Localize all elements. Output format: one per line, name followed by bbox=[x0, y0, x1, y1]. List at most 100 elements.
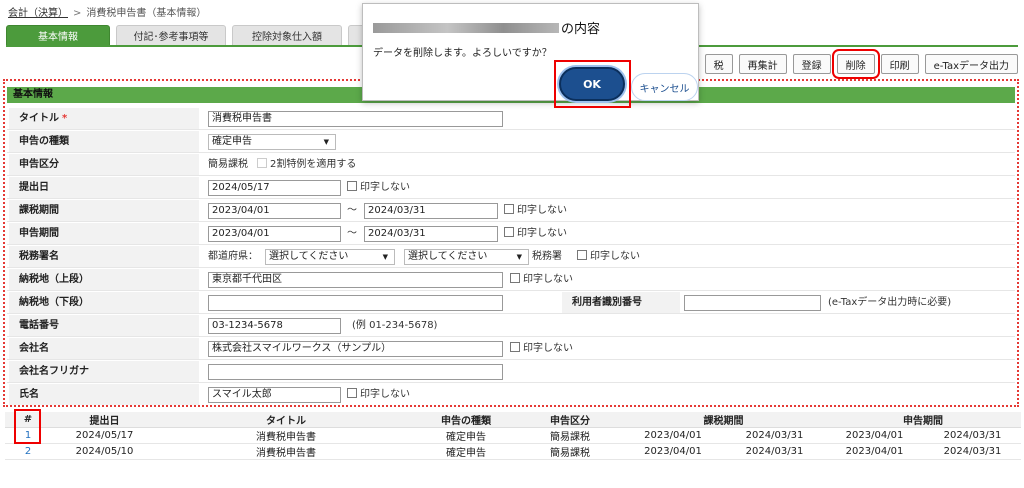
breadcrumb-link-accounting[interactable]: 会計（決算） bbox=[8, 8, 68, 19]
etax-export-button[interactable]: e-Taxデータ出力 bbox=[924, 54, 1018, 74]
table-row[interactable]: 1 2024/05/17 消費税申告書 確定申告 簡易課税 2023/04/01… bbox=[5, 427, 1021, 444]
company-kana-label: 会社名フリガナ bbox=[9, 361, 199, 382]
row-filing-period: 申告期間 2023/04/01 ～ 2024/03/31 印字しない bbox=[7, 223, 1015, 245]
filing-kind-select[interactable]: 確定申告 ▼ bbox=[208, 134, 336, 150]
toolbar: 税 再集計 登録 削除 印刷 e-Taxデータ出力 bbox=[704, 49, 1018, 79]
col-header-filing-period[interactable]: 申告期間 bbox=[825, 412, 1021, 428]
tax-office-select[interactable]: 選択してください ▼ bbox=[404, 249, 529, 265]
cell-kind: 確定申告 bbox=[414, 427, 518, 444]
chevron-down-icon: ▼ bbox=[516, 253, 522, 261]
tax-button[interactable]: 税 bbox=[704, 54, 733, 74]
cell-filed-date: 2024/05/17 bbox=[51, 427, 158, 444]
tab-notes[interactable]: 付記･参考事項等 bbox=[116, 25, 226, 46]
cell-filing-period-from: 2023/04/01 bbox=[825, 427, 924, 444]
address-upper-noprint-checkbox[interactable] bbox=[510, 273, 520, 283]
address-upper-noprint: 印字しない bbox=[510, 269, 573, 290]
cancel-button[interactable]: キャンセル bbox=[631, 73, 698, 101]
tax-office-suffix: 税務署 bbox=[532, 251, 562, 262]
tax-period-to-input[interactable]: 2024/03/31 bbox=[364, 203, 498, 219]
name-noprint-checkbox[interactable] bbox=[347, 388, 357, 398]
filing-class-value: 簡易課税 bbox=[208, 159, 248, 170]
cell-filing-period-from: 2023/04/01 bbox=[825, 443, 924, 460]
tax-office-label: 税務署名 bbox=[9, 246, 199, 267]
user-id-input[interactable] bbox=[684, 295, 821, 311]
cell-kind: 確定申告 bbox=[414, 443, 518, 460]
register-button[interactable]: 登録 bbox=[792, 54, 831, 74]
filing-period-from-input[interactable]: 2023/04/01 bbox=[208, 226, 341, 242]
user-id-note: (e-Taxデータ出力時に必要) bbox=[828, 297, 952, 308]
table-row[interactable]: 2 2024/05/10 消費税申告書 確定申告 簡易課税 2023/04/01… bbox=[5, 443, 1021, 460]
name-noprint: 印字しない bbox=[347, 384, 410, 405]
delete-button[interactable]: 削除 bbox=[831, 49, 880, 79]
row-index-link[interactable]: 2 bbox=[5, 443, 51, 460]
tab-basic-info[interactable]: 基本情報 bbox=[6, 25, 110, 46]
prefecture-label: 都道府県： bbox=[208, 251, 258, 262]
filing-period-label: 申告期間 bbox=[9, 223, 199, 244]
cell-class: 簡易課税 bbox=[518, 443, 622, 460]
tab-deductible-purchases[interactable]: 控除対象仕入額 bbox=[232, 25, 342, 46]
tax-period-noprint-checkbox[interactable] bbox=[504, 204, 514, 214]
title-input[interactable]: 消費税申告書 bbox=[208, 111, 503, 127]
cell-filing-period-to: 2024/03/31 bbox=[924, 427, 1021, 444]
filed-date-noprint-checkbox[interactable] bbox=[347, 181, 357, 191]
cell-filing-period-to: 2024/03/31 bbox=[924, 443, 1021, 460]
tax-period-noprint: 印字しない bbox=[504, 200, 567, 221]
company-kana-input[interactable] bbox=[208, 364, 503, 380]
print-button[interactable]: 印刷 bbox=[880, 54, 919, 74]
tax-period-from-input[interactable]: 2023/04/01 bbox=[208, 203, 341, 219]
filing-period-tilde: ～ bbox=[347, 228, 357, 239]
row-company: 会社名 株式会社スマイルワークス（サンプル） 印字しない bbox=[7, 338, 1015, 360]
cell-filed-date: 2024/05/10 bbox=[51, 443, 158, 460]
phone-hint: (例 01-234-5678) bbox=[352, 320, 438, 331]
col-header-kind[interactable]: 申告の種類 bbox=[414, 412, 518, 428]
col-header-filed-date[interactable]: 提出日 bbox=[51, 412, 158, 428]
redacted-site-name bbox=[373, 23, 559, 33]
row-address-upper: 納税地（上段） 東京都千代田区 印字しない bbox=[7, 269, 1015, 291]
filed-date-label: 提出日 bbox=[9, 177, 199, 198]
cell-class: 簡易課税 bbox=[518, 427, 622, 444]
filed-date-input[interactable]: 2024/05/17 bbox=[208, 180, 341, 196]
address-lower-input[interactable] bbox=[208, 295, 503, 311]
phone-input[interactable]: 03-1234-5678 bbox=[208, 318, 341, 334]
row-tax-office: 税務署名 都道府県： 選択してください ▼ 選択してください ▼ 税務署 印字しない bbox=[7, 246, 1015, 268]
confirm-dialog: の内容 データを削除します。よろしいですか？ OK キャンセル bbox=[362, 3, 699, 108]
name-label: 氏名 bbox=[9, 384, 199, 405]
special-rule-checkbox[interactable] bbox=[257, 158, 267, 168]
filing-period-to-input[interactable]: 2024/03/31 bbox=[364, 226, 498, 242]
col-header-title[interactable]: タイトル bbox=[158, 412, 414, 428]
cell-tax-period-to: 2024/03/31 bbox=[724, 443, 825, 460]
ok-button[interactable]: OK bbox=[559, 67, 625, 101]
recalculate-button[interactable]: 再集計 bbox=[738, 54, 787, 74]
cell-tax-period-from: 2023/04/01 bbox=[622, 443, 724, 460]
row-filing-class: 申告区分 簡易課税 2割特例を適用する bbox=[7, 154, 1015, 176]
breadcrumb-separator: > bbox=[73, 8, 82, 19]
title-label: タイトル * bbox=[9, 108, 199, 129]
prefecture-select[interactable]: 選択してください ▼ bbox=[265, 249, 395, 265]
address-lower-label: 納税地（下段） bbox=[9, 292, 199, 313]
filing-class-label: 申告区分 bbox=[9, 154, 199, 175]
company-noprint-checkbox[interactable] bbox=[510, 342, 520, 352]
phone-label: 電話番号 bbox=[9, 315, 199, 336]
dialog-message: データを削除します。よろしいですか？ bbox=[373, 48, 552, 59]
cell-title: 消費税申告書 bbox=[158, 427, 414, 444]
basic-info-panel: 基本情報 タイトル * 消費税申告書 申告の種類 確定申告 ▼ 申告区分 簡易課税 … bbox=[3, 79, 1019, 407]
cell-tax-period-from: 2023/04/01 bbox=[622, 427, 724, 444]
filing-period-noprint-checkbox[interactable] bbox=[504, 227, 514, 237]
table-header-row: # 提出日 タイトル 申告の種類 申告区分 課税期間 申告期間 bbox=[5, 412, 1021, 428]
company-input[interactable]: 株式会社スマイルワークス（サンプル） bbox=[208, 341, 503, 357]
filing-history-table: # 提出日 タイトル 申告の種類 申告区分 課税期間 申告期間 1 2024/0… bbox=[5, 412, 1021, 460]
col-header-tax-period[interactable]: 課税期間 bbox=[622, 412, 825, 428]
tax-office-noprint-checkbox[interactable] bbox=[577, 250, 587, 260]
row-filing-kind: 申告の種類 確定申告 ▼ bbox=[7, 131, 1015, 153]
row-name: 氏名 スマイル太郎 印字しない bbox=[7, 384, 1015, 405]
filing-period-noprint: 印字しない bbox=[504, 223, 567, 244]
user-id-label: 利用者識別番号 bbox=[562, 292, 680, 313]
row-title: タイトル * 消費税申告書 bbox=[7, 108, 1015, 130]
col-header-class[interactable]: 申告区分 bbox=[518, 412, 622, 428]
cell-tax-period-to: 2024/03/31 bbox=[724, 427, 825, 444]
breadcrumb-current: 消費税申告書（基本情報） bbox=[86, 8, 207, 19]
name-input[interactable]: スマイル太郎 bbox=[208, 387, 341, 403]
cell-title: 消費税申告書 bbox=[158, 443, 414, 460]
tax-period-label: 課税期間 bbox=[9, 200, 199, 221]
address-upper-input[interactable]: 東京都千代田区 bbox=[208, 272, 503, 288]
